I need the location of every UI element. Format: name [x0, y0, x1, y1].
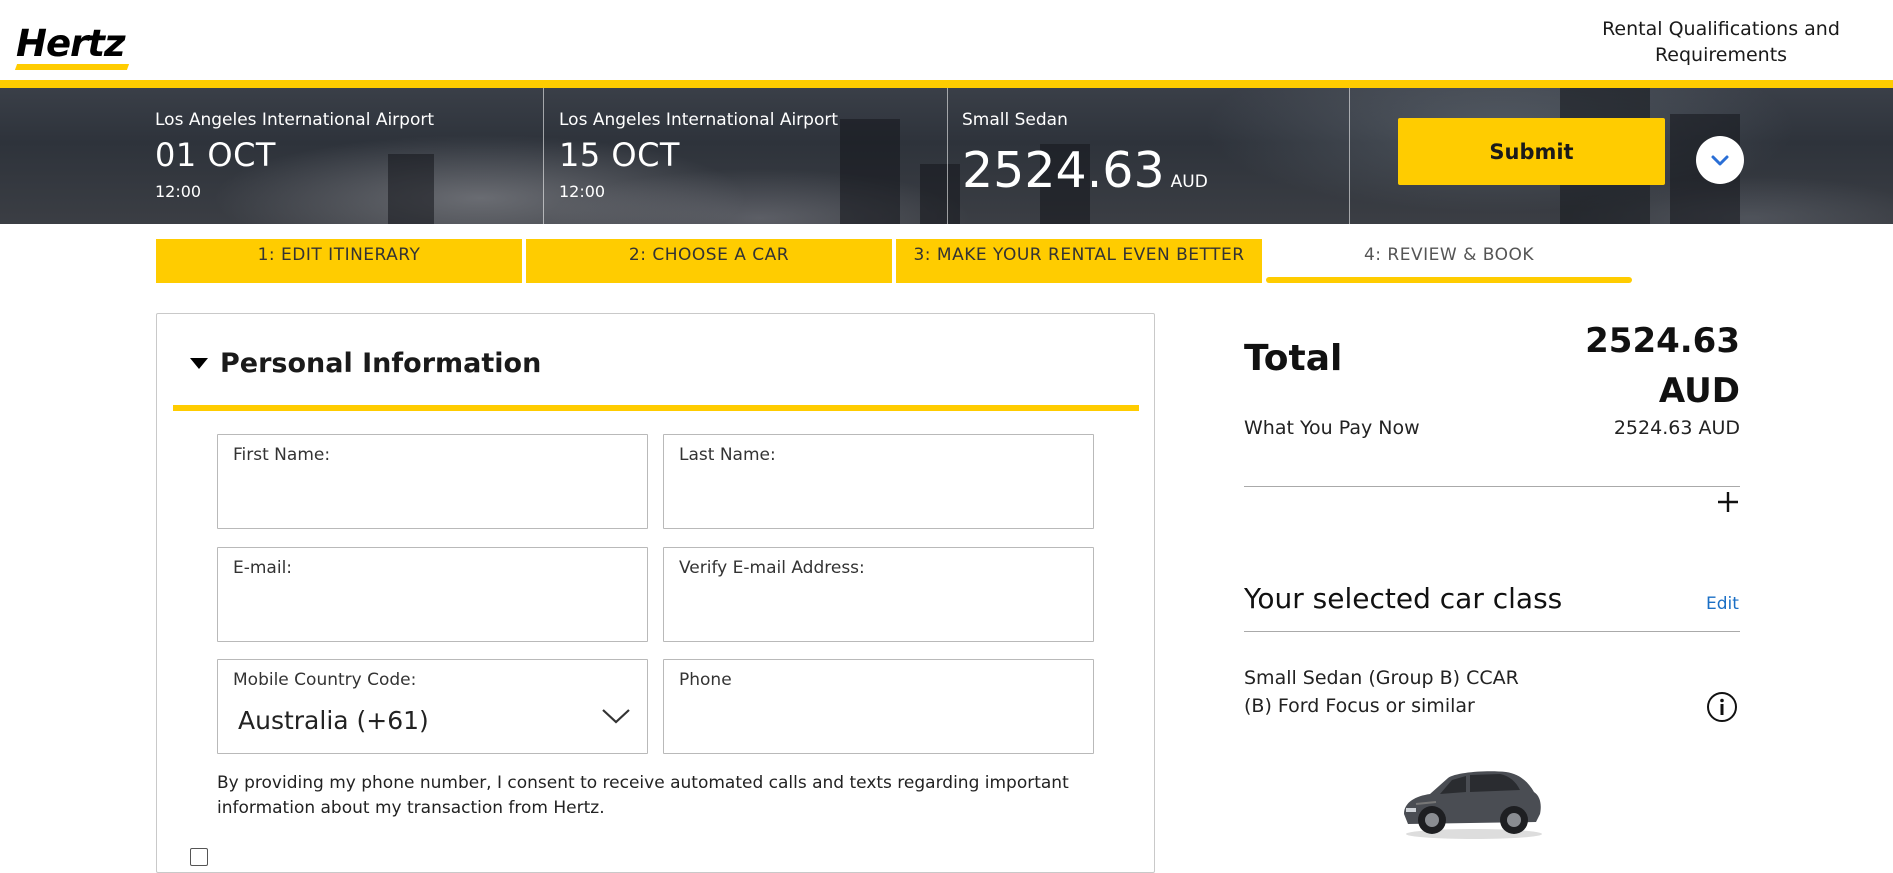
section-divider [173, 405, 1139, 411]
country-code-label: Mobile Country Code: [233, 670, 417, 690]
consent-checkbox[interactable] [190, 848, 208, 866]
current-step-indicator [1266, 277, 1632, 283]
dropoff-location: Los Angeles International Airport [559, 110, 839, 130]
step-label: 4: REVIEW & BOOK [1363, 245, 1535, 265]
first-name-field[interactable]: First Name: [217, 434, 648, 529]
country-code-value: Australia (+61) [238, 706, 429, 735]
header-divider [0, 80, 1893, 88]
pay-now-label: What You Pay Now [1244, 417, 1420, 439]
verify-email-label: Verify E-mail Address: [679, 558, 865, 578]
step-label: 2: CHOOSE A CAR [628, 245, 790, 265]
email-field[interactable]: E-mail: [217, 547, 648, 642]
total-amount: 2524.63 [1585, 321, 1740, 361]
first-name-label: First Name: [233, 445, 331, 465]
step-choose-car[interactable]: 2: CHOOSE A CAR [526, 239, 892, 283]
car-class-line: Small Sedan (Group B) CCAR [1244, 667, 1519, 689]
email-label: E-mail: [233, 558, 293, 578]
submit-button[interactable]: Submit [1398, 118, 1665, 185]
plus-icon[interactable] [1716, 490, 1740, 514]
info-icon[interactable] [1706, 691, 1738, 723]
pickup-date: 01 OCT [155, 136, 276, 174]
total-value: 2524.63 AUD [1560, 316, 1740, 416]
car-image [1404, 771, 1542, 839]
phone-label: Phone [679, 670, 732, 690]
chevron-down-icon [1711, 155, 1729, 166]
expand-itinerary-button[interactable] [1696, 136, 1744, 184]
summary-divider [1244, 486, 1740, 487]
pay-now-value: 2524.63 AUD [1613, 417, 1740, 439]
step-edit-itinerary[interactable]: 1: EDIT ITINERARY [156, 239, 522, 283]
pickup-time: 12:00 [155, 182, 202, 201]
total-currency: AUD [1658, 371, 1740, 411]
vehicle-class: Small Sedan [962, 110, 1068, 130]
itinerary-bar: Los Angeles International Airport 01 OCT… [0, 88, 1893, 224]
step-label: 3: MAKE YOUR RENTAL EVEN BETTER [913, 245, 1245, 265]
hertz-logo[interactable]: Hertz [16, 22, 126, 65]
selected-car-title: Your selected car class [1244, 582, 1563, 615]
phone-consent-text: By providing my phone number, I consent … [217, 773, 1069, 818]
step-rental-extras[interactable]: 3: MAKE YOUR RENTAL EVEN BETTER [896, 239, 1262, 283]
top-header: Hertz Rental Qualifications and Requirem… [0, 0, 1893, 80]
last-name-label: Last Name: [679, 445, 776, 465]
phone-field[interactable]: Phone [663, 659, 1094, 754]
logo-underline [14, 64, 130, 70]
vehicle-price: 2524.63 AUD [962, 142, 1208, 199]
country-code-select[interactable]: Mobile Country Code: Australia (+61) [217, 659, 648, 754]
price-currency: AUD [1170, 172, 1208, 192]
price-amount: 2524.63 [962, 142, 1165, 199]
personal-info-toggle[interactable]: Personal Information [190, 348, 541, 379]
pickup-cell[interactable]: Los Angeles International Airport 01 OCT… [155, 88, 544, 224]
dropoff-time: 12:00 [559, 182, 606, 201]
personal-info-title: Personal Information [220, 348, 542, 379]
pickup-location: Los Angeles International Airport [155, 110, 435, 130]
step-label: 1: EDIT ITINERARY [257, 245, 421, 265]
dropoff-cell[interactable]: Los Angeles International Airport 15 OCT… [559, 88, 948, 224]
car-section-divider [1244, 631, 1740, 632]
caret-down-icon [190, 358, 208, 369]
rental-qualifications-link[interactable]: Rental Qualifications and Requirements [1586, 16, 1856, 68]
car-model-line: (B) Ford Focus or similar [1244, 695, 1475, 717]
step-review-book[interactable]: 4: REVIEW & BOOK [1266, 239, 1632, 283]
total-label: Total [1244, 338, 1343, 379]
dropoff-date: 15 OCT [559, 136, 680, 174]
last-name-field[interactable]: Last Name: [663, 434, 1094, 529]
vehicle-cell[interactable]: Small Sedan 2524.63 AUD [962, 88, 1350, 224]
verify-email-field[interactable]: Verify E-mail Address: [663, 547, 1094, 642]
personal-info-panel: Personal Information First Name: Last Na… [156, 313, 1155, 873]
chevron-down-icon [602, 709, 630, 724]
edit-car-link[interactable]: Edit [1706, 594, 1739, 614]
